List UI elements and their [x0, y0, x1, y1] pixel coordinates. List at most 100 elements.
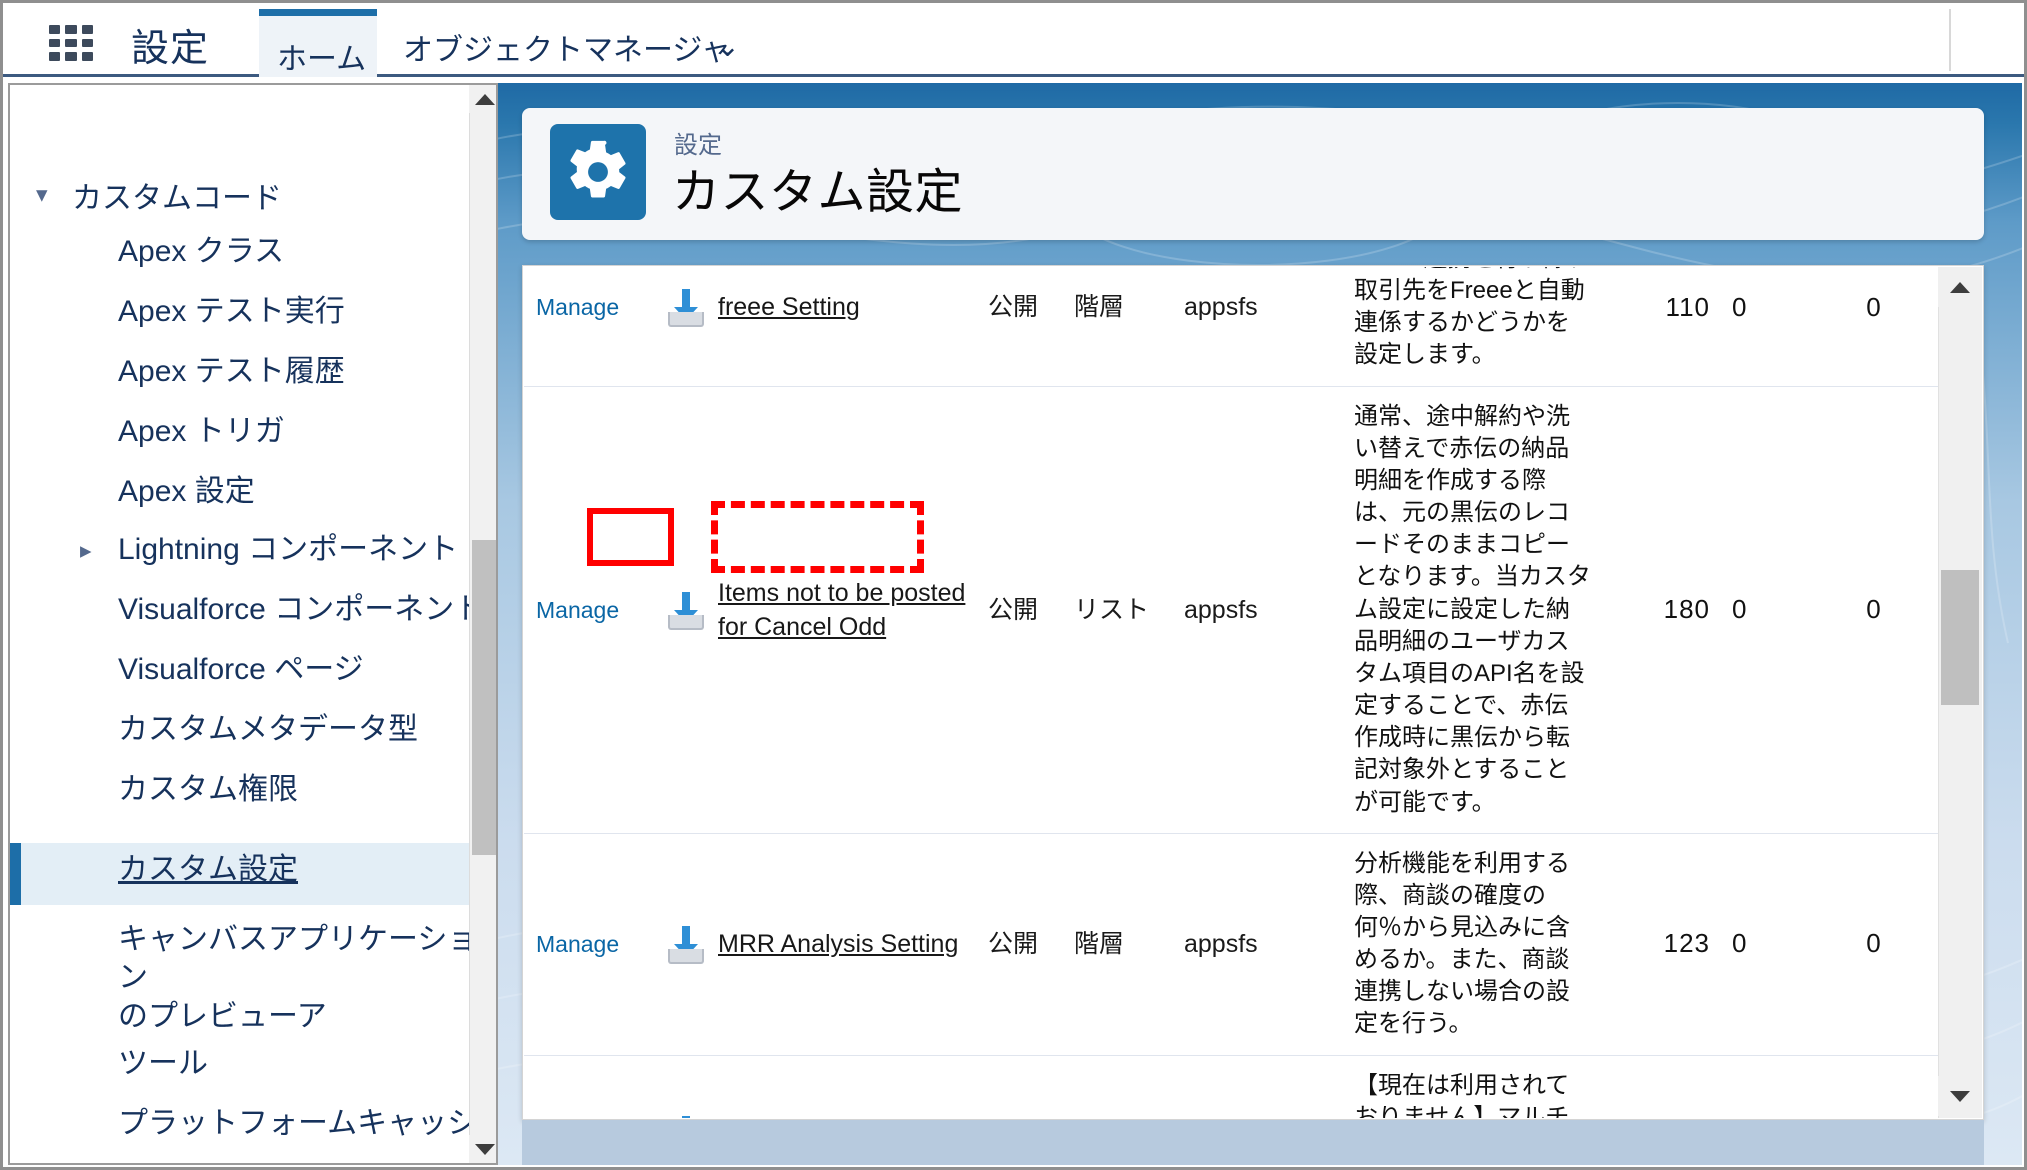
tab-home-label: ホーム: [277, 43, 367, 76]
table-scroll-down-button[interactable]: [1938, 1076, 1982, 1116]
row-description-cell: 通常、途中解約や洗い替えで赤伝の納品明細を作成する際は、元の黒伝のレコードそのま…: [1354, 386, 1600, 834]
sidebar-scrollbar-thumb[interactable]: [472, 540, 496, 855]
table-scrollbar-thumb[interactable]: [1941, 570, 1979, 705]
row-name-cell: MRR Analysis Setting: [718, 833, 988, 1056]
description-text: 分析機能を利用する際、商談の確度の何％から見込みに含めるか。また、商談連携しない…: [1354, 849, 1570, 1038]
page-footer-strip: [522, 1120, 1984, 1165]
sidebar-item-visualforce-pages[interactable]: Visualforce ページ: [118, 651, 364, 689]
row-name-cell: freee Setting: [718, 267, 988, 387]
row-manage-cell: Manage: [524, 1055, 666, 1118]
row-count-cell: 0: [1710, 833, 1808, 1056]
page-title: カスタム設定: [672, 166, 964, 219]
app-launcher-waffle-icon[interactable]: [49, 25, 93, 61]
size-value: 110: [1665, 291, 1710, 322]
row-size-cell: 123: [1600, 833, 1710, 1056]
row-count-cell: 0: [1710, 386, 1808, 834]
row-namespace-cell: appsfs: [1184, 386, 1354, 834]
manage-link[interactable]: Manage: [536, 597, 619, 623]
tab-home[interactable]: ホーム: [259, 9, 377, 77]
sidebar-item-apex-triggers[interactable]: Apex トリガ: [118, 413, 285, 451]
row-size-cell: 110: [1600, 267, 1710, 387]
sidebar-item-custom-metadata-types[interactable]: カスタムメタデータ型: [118, 711, 418, 749]
scroll-up-arrow-icon: [474, 93, 495, 105]
sidebar-group-custom-code[interactable]: カスタムコード: [72, 173, 282, 217]
row-size-cell: 180: [1600, 386, 1710, 834]
sidebar-item-platform-cache[interactable]: プラットフォームキャッシュ: [118, 1105, 496, 1143]
sidebar-item-visualforce-components[interactable]: Visualforce コンポーネント: [118, 591, 484, 629]
manage-link[interactable]: Manage: [536, 294, 619, 320]
row-type-cell: リスト: [1074, 386, 1184, 834]
manage-link[interactable]: Manage: [536, 931, 619, 957]
row-visibility-cell: 公開: [988, 1055, 1074, 1118]
custom-settings-table-scroll-area[interactable]: Managefreee Setting公開階層appsfsFreee 連携を行う…: [524, 267, 1940, 1118]
table-row[interactable]: Manage freee Setting 公開 階層 appsfs Freee 連携を行う…: [524, 267, 1940, 387]
custom-settings-list-card: Managefreee Setting公開階層appsfsFreee 連携を行う…: [522, 265, 1984, 1120]
count-value: 0: [1732, 291, 1748, 322]
visibility-value: 公開: [988, 595, 1039, 624]
table-row[interactable]: Manage Multi Currency Setting 公開階層appsfs【現…: [524, 1055, 1940, 1118]
sidebar-item-apex-test-history[interactable]: Apex テスト履歴: [118, 353, 345, 391]
browser-window: 設定 ホーム オブジェクトマネージャ ⌄ ▾ カスタムコード Apex クラス …: [0, 0, 2027, 1170]
row-name-cell: Items not to be posted for Cancel Odd: [718, 386, 988, 834]
sidebar-scroll-down-button[interactable]: [469, 1135, 496, 1163]
scroll-down-arrow-icon: [474, 1143, 495, 1155]
custom-setting-name-link[interactable]: freee Setting: [718, 290, 860, 324]
row-name-cell: Multi Currency Setting: [718, 1055, 988, 1118]
sidebar-item-apex-classes[interactable]: Apex クラス: [118, 233, 284, 271]
used-value: 0: [1866, 291, 1882, 322]
main-content-canvas: 設定 カスタム設定 Managefreee Setting公開階層appsfsF…: [498, 83, 2022, 1165]
sidebar-item-apex-settings[interactable]: Apex 設定: [118, 473, 255, 511]
sidebar-item-custom-settings[interactable]: カスタム設定: [118, 851, 298, 889]
table-row[interactable]: Manage Items not to be posted for Cancel …: [524, 386, 1940, 834]
row-type-cell: 階層: [1074, 833, 1184, 1056]
tab-object-manager[interactable]: オブジェクトマネージャ: [403, 25, 731, 69]
row-type-cell: 階層: [1074, 267, 1184, 387]
sidebar-item-tools[interactable]: ツール: [118, 1045, 208, 1083]
global-navigation-bar: 設定 ホーム オブジェクトマネージャ ⌄: [3, 3, 2024, 77]
setting-type-value: 階層: [1074, 930, 1125, 959]
row-visibility-cell: 公開: [988, 833, 1074, 1056]
chevron-down-icon[interactable]: ▾: [36, 181, 48, 208]
visibility-value: 公開: [988, 930, 1039, 959]
row-type-cell: 階層: [1074, 1055, 1184, 1118]
setting-type-value: リスト: [1074, 595, 1150, 624]
sidebar-item-apex-test-execution[interactable]: Apex テスト実行: [118, 293, 345, 331]
setup-app-name: 設定: [131, 28, 210, 70]
row-description-cell: 分析機能を利用する際、商談の確度の何％から見込みに含めるか。また、商談連携しない…: [1354, 833, 1600, 1056]
row-visibility-cell: 公開: [988, 267, 1074, 387]
scroll-up-arrow-icon: [1950, 281, 1970, 293]
setting-type-value: 階層: [1074, 293, 1125, 322]
row-icon-cell: [666, 267, 718, 387]
sidebar-selected-indicator: [10, 843, 21, 905]
sidebar-item-lightning-components[interactable]: Lightning コンポーネント: [118, 531, 458, 569]
gear-icon: [550, 124, 646, 220]
row-count-cell: 0: [1710, 267, 1808, 387]
size-value: 180: [1663, 593, 1710, 624]
description-text: Freee 連携を行う際、取引先をFreeeと自動連係するかどうかを設定します。: [1354, 267, 1591, 369]
table-scroll-up-button[interactable]: [1938, 267, 1982, 307]
row-visibility-cell: 公開: [988, 386, 1074, 834]
sidebar-item-custom-permissions[interactable]: カスタム権限: [118, 771, 298, 809]
row-used-cell: 0: [1808, 1055, 1940, 1118]
count-value: 0: [1732, 593, 1748, 624]
setup-sidebar-tree[interactable]: ▾ カスタムコード Apex クラス Apex テスト実行 Apex テスト履歴…: [8, 83, 498, 1165]
custom-setting-name-link[interactable]: Items not to be posted for Cancel Odd: [718, 576, 988, 644]
import-download-icon: [666, 287, 706, 328]
custom-setting-name-link[interactable]: MRR Analysis Setting: [718, 927, 958, 961]
custom-setting-name-link[interactable]: Multi Currency Setting: [718, 1117, 964, 1118]
row-description-cell: Freee 連携を行う際、取引先をFreeeと自動連係するかどうかを設定します。: [1354, 267, 1600, 387]
sidebar-item-canvas-app-previewer[interactable]: キャンバスアプリケーション のプレビューア: [118, 921, 496, 1036]
used-value: 0: [1866, 593, 1882, 624]
chevron-right-icon[interactable]: ▸: [80, 537, 92, 564]
row-manage-cell: Manage: [524, 267, 666, 387]
sidebar-scroll-up-button[interactable]: [469, 85, 496, 113]
row-namespace-cell: appsfs: [1184, 833, 1354, 1056]
chevron-down-icon[interactable]: ⌄: [715, 29, 740, 64]
table-row[interactable]: Manage MRR Analysis Setting 公開 階層 appsfs 分析機能…: [524, 833, 1940, 1056]
import-download-icon: [666, 1114, 706, 1118]
nav-divider: [1949, 9, 1951, 71]
import-download-icon: [666, 924, 706, 965]
scroll-down-arrow-icon: [1950, 1090, 1970, 1102]
size-value: 123: [1663, 928, 1710, 959]
row-namespace-cell: appsfs: [1184, 1055, 1354, 1118]
